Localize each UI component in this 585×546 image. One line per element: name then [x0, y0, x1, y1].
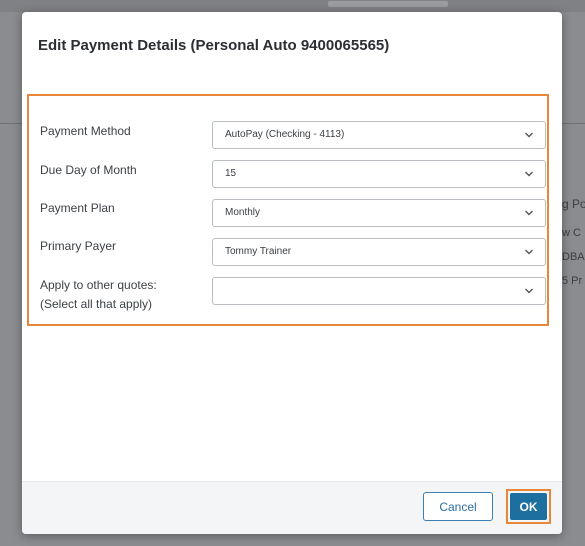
apply-other-quotes-select[interactable] [212, 277, 546, 305]
background-fragment: w C [562, 227, 581, 239]
background-topbar-text [328, 1, 448, 7]
payment-plan-value: Monthly [225, 207, 261, 218]
chevron-down-icon [525, 210, 533, 216]
dialog-footer: Cancel OK [22, 481, 562, 534]
due-day-label: Due Day of Month [40, 163, 137, 177]
chevron-down-icon [525, 249, 533, 255]
primary-payer-value: Tommy Trainer [225, 246, 292, 257]
ok-button-highlight: OK [506, 489, 551, 524]
payment-plan-select[interactable]: Monthly [212, 199, 546, 227]
dialog-title: Edit Payment Details (Personal Auto 9400… [38, 37, 390, 54]
background-right-panel: g Po w C DBA 5 Pr [562, 185, 585, 335]
payment-form-highlight: Payment Method AutoPay (Checking - 4113)… [27, 94, 549, 326]
cancel-button[interactable]: Cancel [423, 492, 493, 521]
payment-method-label: Payment Method [40, 124, 131, 138]
apply-other-quotes-hint: (Select all that apply) [40, 297, 153, 311]
background-fragment: g Po [562, 197, 585, 211]
primary-payer-label: Primary Payer [40, 239, 117, 253]
background-topbar [0, 0, 585, 12]
due-day-select[interactable]: 15 [212, 160, 546, 188]
background-fragment: 5 Pr [562, 275, 583, 287]
due-day-value: 15 [225, 168, 237, 179]
background-fragment: DBA [562, 251, 585, 263]
payment-plan-label: Payment Plan [40, 201, 115, 215]
edit-payment-dialog: Edit Payment Details (Personal Auto 9400… [22, 12, 562, 534]
primary-payer-select[interactable]: Tommy Trainer [212, 238, 546, 266]
payment-method-select[interactable]: AutoPay (Checking - 4113) [212, 121, 546, 149]
chevron-down-icon [525, 132, 533, 138]
payment-method-value: AutoPay (Checking - 4113) [225, 129, 345, 140]
ok-button[interactable]: OK [510, 493, 547, 520]
apply-other-quotes-label: Apply to other quotes: [40, 278, 157, 292]
chevron-down-icon [525, 288, 533, 294]
chevron-down-icon [525, 171, 533, 177]
